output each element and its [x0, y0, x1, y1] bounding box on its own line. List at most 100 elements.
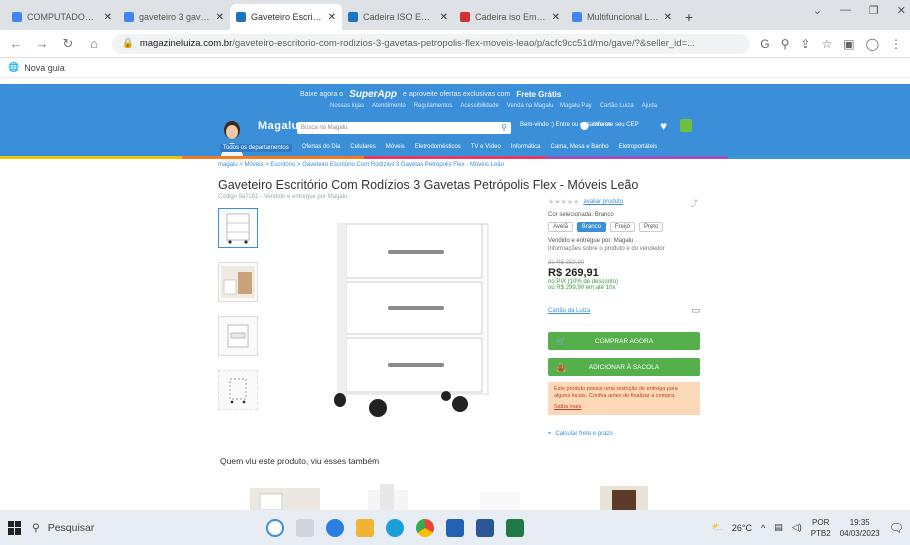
bing-icon[interactable]: [266, 518, 284, 537]
network-icon[interactable]: ▤: [774, 522, 783, 533]
product-code: Código 9a7c81 - Vendido e entregue por M…: [218, 194, 348, 200]
zoom-icon[interactable]: ⚲: [781, 37, 790, 51]
app-promo[interactable]: Baixe agora o SuperApp e aproveite ofert…: [300, 89, 561, 100]
category-item[interactable]: TV e Vídeo: [471, 144, 501, 152]
color-option[interactable]: Preto: [638, 222, 664, 232]
close-tab-icon[interactable]: ✕: [328, 12, 336, 23]
header-link[interactable]: Regulamentos: [414, 103, 453, 109]
thumbnail-1[interactable]: [218, 208, 258, 248]
category-item[interactable]: Cama, Mesa e Banho: [551, 144, 609, 152]
color-option-selected[interactable]: Branco: [576, 222, 606, 232]
store-icon[interactable]: [386, 518, 404, 537]
breadcrumb[interactable]: magalu > Móveis > Escritório > Gaveteiro…: [218, 162, 504, 168]
bag-icon: 👜: [556, 362, 566, 372]
search-icon[interactable]: ⚲: [501, 122, 507, 134]
bookmark-new-tab[interactable]: Nova guia: [24, 63, 65, 73]
taskbar-search[interactable]: ⚲ Pesquisar: [32, 516, 192, 540]
header-link[interactable]: Atendimento: [372, 103, 406, 109]
lang-top: POR: [812, 517, 830, 527]
tab-title: Multifuncional LC...: [587, 12, 659, 22]
bookmark-star-icon[interactable]: ☆: [821, 37, 832, 51]
word-icon[interactable]: [476, 518, 494, 537]
reload-icon[interactable]: ↻: [60, 36, 76, 52]
tray-chevron-icon[interactable]: ^: [761, 523, 765, 533]
review-link[interactable]: avaliar produto: [583, 199, 623, 205]
browser-tab[interactable]: gaveteiro 3 gave... ✕: [118, 4, 230, 30]
weather-temp[interactable]: 26°C: [732, 523, 752, 533]
product-main-image[interactable]: [318, 216, 498, 426]
profile-icon[interactable]: ◯: [866, 37, 879, 51]
sidepanel-icon[interactable]: ▣: [843, 37, 854, 51]
thumbnail-3[interactable]: [218, 316, 258, 356]
cep-link[interactable]: ⬤ Informe seu CEP: [580, 122, 639, 130]
buy-now-button[interactable]: 🛒 COMPRAR AGORA: [548, 332, 700, 350]
file-explorer-icon[interactable]: [356, 518, 374, 537]
weather-icon[interactable]: ⛅: [712, 522, 723, 533]
category-all-departments[interactable]: Todos os departamentos: [220, 144, 292, 152]
color-option[interactable]: Avelã: [548, 222, 573, 232]
header-link[interactable]: Acessibilidade: [460, 103, 498, 109]
minimize-icon[interactable]: —: [840, 4, 851, 17]
category-item[interactable]: Eletrodomésticos: [415, 144, 461, 152]
clock[interactable]: 19:35 04/03/2023: [840, 517, 880, 539]
shipping-calc-row[interactable]: ⌖ Calcular frete e prazo: [548, 431, 700, 438]
new-tab-button[interactable]: +: [678, 4, 700, 30]
brand-color-stripe: [0, 156, 910, 159]
category-item[interactable]: Móveis: [386, 144, 405, 152]
category-item[interactable]: Informática: [511, 144, 541, 152]
task-view-icon[interactable]: [296, 518, 314, 537]
close-tab-icon[interactable]: ✕: [440, 12, 448, 23]
category-item[interactable]: Eletroportáteis: [619, 144, 658, 152]
mail-icon[interactable]: [446, 518, 464, 537]
warning-link[interactable]: Saiba mais: [554, 404, 694, 411]
luiza-card-link[interactable]: Cartão da Luiza: [548, 308, 590, 314]
category-item[interactable]: Ofertas do Dia: [302, 144, 341, 152]
header-link[interactable]: Ajuda: [642, 103, 657, 109]
category-item[interactable]: Celulares: [350, 144, 375, 152]
thumbnail-4[interactable]: [218, 370, 258, 410]
share-product-icon[interactable]: ⤴: [690, 198, 698, 209]
forward-icon[interactable]: →: [34, 36, 50, 51]
color-option[interactable]: Freijó: [609, 222, 635, 232]
shopping-bag-icon[interactable]: [680, 119, 692, 132]
menu-icon[interactable]: ⋮: [890, 37, 902, 51]
close-window-icon[interactable]: ✕: [897, 4, 906, 17]
magalu-favicon-icon: [236, 12, 246, 22]
close-tab-icon[interactable]: ✕: [664, 12, 672, 23]
header-link[interactable]: Venda na Magalu: [507, 103, 554, 109]
close-tab-icon[interactable]: ✕: [104, 12, 112, 23]
volume-icon[interactable]: ◁): [792, 522, 802, 533]
maximize-icon[interactable]: ❐: [869, 4, 879, 17]
browser-tab[interactable]: Cadeira ISO Emp... ✕: [342, 4, 454, 30]
header-link[interactable]: Cartão Luiza: [600, 103, 634, 109]
home-icon[interactable]: ⌂: [86, 36, 102, 51]
close-tab-icon[interactable]: ✕: [216, 12, 224, 23]
url-path: /gaveteiro-escritorio-com-rodizios-3-gav…: [232, 38, 696, 49]
edge-icon[interactable]: [326, 518, 344, 537]
tab-search-icon[interactable]: ⌄: [813, 4, 822, 17]
magalu-logo[interactable]: Magalu: [258, 120, 299, 132]
address-bar[interactable]: 🔒 magazineluiza.com.br/gaveteiro-escrito…: [112, 33, 751, 54]
browser-tab-active[interactable]: Gaveteiro Escritó... ✕: [230, 4, 342, 30]
header-link[interactable]: Nossas lojas: [330, 103, 364, 109]
browser-tab[interactable]: Multifuncional LC... ✕: [566, 4, 678, 30]
browser-tab[interactable]: COMPUTADOR c... ✕: [6, 4, 118, 30]
excel-icon[interactable]: [506, 518, 524, 537]
tab-title: Cadeira ISO Emp...: [363, 12, 435, 22]
back-icon[interactable]: ←: [8, 36, 24, 51]
header-link[interactable]: Magalu Pay: [560, 103, 592, 109]
google-lens-icon[interactable]: G: [760, 37, 769, 51]
notifications-icon[interactable]: 🗨: [889, 521, 904, 535]
chrome-icon[interactable]: [416, 518, 434, 537]
browser-tab[interactable]: Cadeira iso Empil... ✕: [454, 4, 566, 30]
search-input[interactable]: Busca no Magalu ⚲: [297, 122, 511, 134]
thumbnail-2[interactable]: [218, 262, 258, 302]
language-indicator[interactable]: POR PTB2: [811, 517, 831, 539]
windows-start-icon[interactable]: [8, 520, 22, 535]
rating-stars: ★★★★★ avaliar produto: [548, 198, 700, 206]
favorites-heart-icon[interactable]: ♥: [660, 119, 667, 133]
share-icon[interactable]: ⇪: [800, 37, 810, 51]
close-tab-icon[interactable]: ✕: [552, 12, 560, 23]
add-to-bag-button[interactable]: 👜 ADICIONAR À SACOLA: [548, 358, 700, 376]
tab-title: COMPUTADOR c...: [27, 12, 99, 22]
